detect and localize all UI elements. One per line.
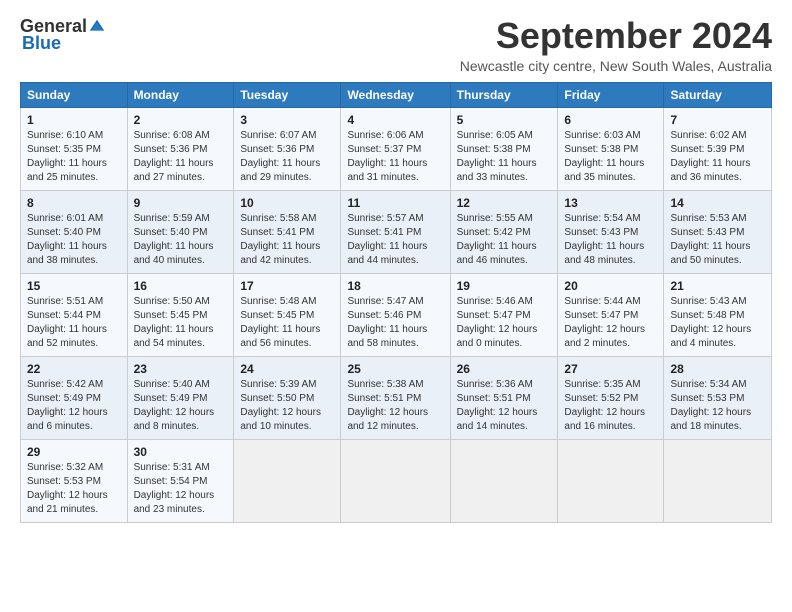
table-row: 4Sunrise: 6:06 AMSunset: 5:37 PMDaylight… <box>341 107 450 190</box>
table-row: 24Sunrise: 5:39 AMSunset: 5:50 PMDayligh… <box>234 356 341 439</box>
col-wednesday: Wednesday <box>341 82 450 107</box>
col-tuesday: Tuesday <box>234 82 341 107</box>
table-row: 22Sunrise: 5:42 AMSunset: 5:49 PMDayligh… <box>21 356 128 439</box>
table-row: 15Sunrise: 5:51 AMSunset: 5:44 PMDayligh… <box>21 273 128 356</box>
col-saturday: Saturday <box>664 82 772 107</box>
location-text: Newcastle city centre, New South Wales, … <box>460 58 772 74</box>
logo: General Blue <box>20 16 106 54</box>
table-row: 1Sunrise: 6:10 AMSunset: 5:35 PMDaylight… <box>21 107 128 190</box>
table-row: 30Sunrise: 5:31 AMSunset: 5:54 PMDayligh… <box>127 439 234 522</box>
col-monday: Monday <box>127 82 234 107</box>
title-section: September 2024 Newcastle city centre, Ne… <box>460 16 772 74</box>
table-row: 7Sunrise: 6:02 AMSunset: 5:39 PMDaylight… <box>664 107 772 190</box>
table-row <box>341 439 450 522</box>
table-row: 18Sunrise: 5:47 AMSunset: 5:46 PMDayligh… <box>341 273 450 356</box>
table-row: 28Sunrise: 5:34 AMSunset: 5:53 PMDayligh… <box>664 356 772 439</box>
col-friday: Friday <box>558 82 664 107</box>
table-row: 3Sunrise: 6:07 AMSunset: 5:36 PMDaylight… <box>234 107 341 190</box>
col-sunday: Sunday <box>21 82 128 107</box>
table-row: 14Sunrise: 5:53 AMSunset: 5:43 PMDayligh… <box>664 190 772 273</box>
table-row <box>234 439 341 522</box>
table-row: 16Sunrise: 5:50 AMSunset: 5:45 PMDayligh… <box>127 273 234 356</box>
table-row: 21Sunrise: 5:43 AMSunset: 5:48 PMDayligh… <box>664 273 772 356</box>
table-row: 29Sunrise: 5:32 AMSunset: 5:53 PMDayligh… <box>21 439 128 522</box>
logo-icon <box>88 18 106 36</box>
table-row: 2Sunrise: 6:08 AMSunset: 5:36 PMDaylight… <box>127 107 234 190</box>
table-row: 5Sunrise: 6:05 AMSunset: 5:38 PMDaylight… <box>450 107 558 190</box>
col-thursday: Thursday <box>450 82 558 107</box>
table-row: 25Sunrise: 5:38 AMSunset: 5:51 PMDayligh… <box>341 356 450 439</box>
table-row: 12Sunrise: 5:55 AMSunset: 5:42 PMDayligh… <box>450 190 558 273</box>
table-row: 6Sunrise: 6:03 AMSunset: 5:38 PMDaylight… <box>558 107 664 190</box>
table-row: 9Sunrise: 5:59 AMSunset: 5:40 PMDaylight… <box>127 190 234 273</box>
calendar-table: Sunday Monday Tuesday Wednesday Thursday… <box>20 82 772 523</box>
table-row: 27Sunrise: 5:35 AMSunset: 5:52 PMDayligh… <box>558 356 664 439</box>
table-row: 19Sunrise: 5:46 AMSunset: 5:47 PMDayligh… <box>450 273 558 356</box>
page-header: General Blue September 2024 Newcastle ci… <box>20 16 772 74</box>
table-row <box>450 439 558 522</box>
table-row: 26Sunrise: 5:36 AMSunset: 5:51 PMDayligh… <box>450 356 558 439</box>
table-row: 13Sunrise: 5:54 AMSunset: 5:43 PMDayligh… <box>558 190 664 273</box>
table-row: 17Sunrise: 5:48 AMSunset: 5:45 PMDayligh… <box>234 273 341 356</box>
calendar-header-row: Sunday Monday Tuesday Wednesday Thursday… <box>21 82 772 107</box>
table-row: 10Sunrise: 5:58 AMSunset: 5:41 PMDayligh… <box>234 190 341 273</box>
table-row <box>558 439 664 522</box>
table-row: 20Sunrise: 5:44 AMSunset: 5:47 PMDayligh… <box>558 273 664 356</box>
table-row <box>664 439 772 522</box>
table-row: 8Sunrise: 6:01 AMSunset: 5:40 PMDaylight… <box>21 190 128 273</box>
logo-blue-text: Blue <box>22 33 61 54</box>
table-row: 11Sunrise: 5:57 AMSunset: 5:41 PMDayligh… <box>341 190 450 273</box>
table-row: 23Sunrise: 5:40 AMSunset: 5:49 PMDayligh… <box>127 356 234 439</box>
month-title: September 2024 <box>460 16 772 56</box>
